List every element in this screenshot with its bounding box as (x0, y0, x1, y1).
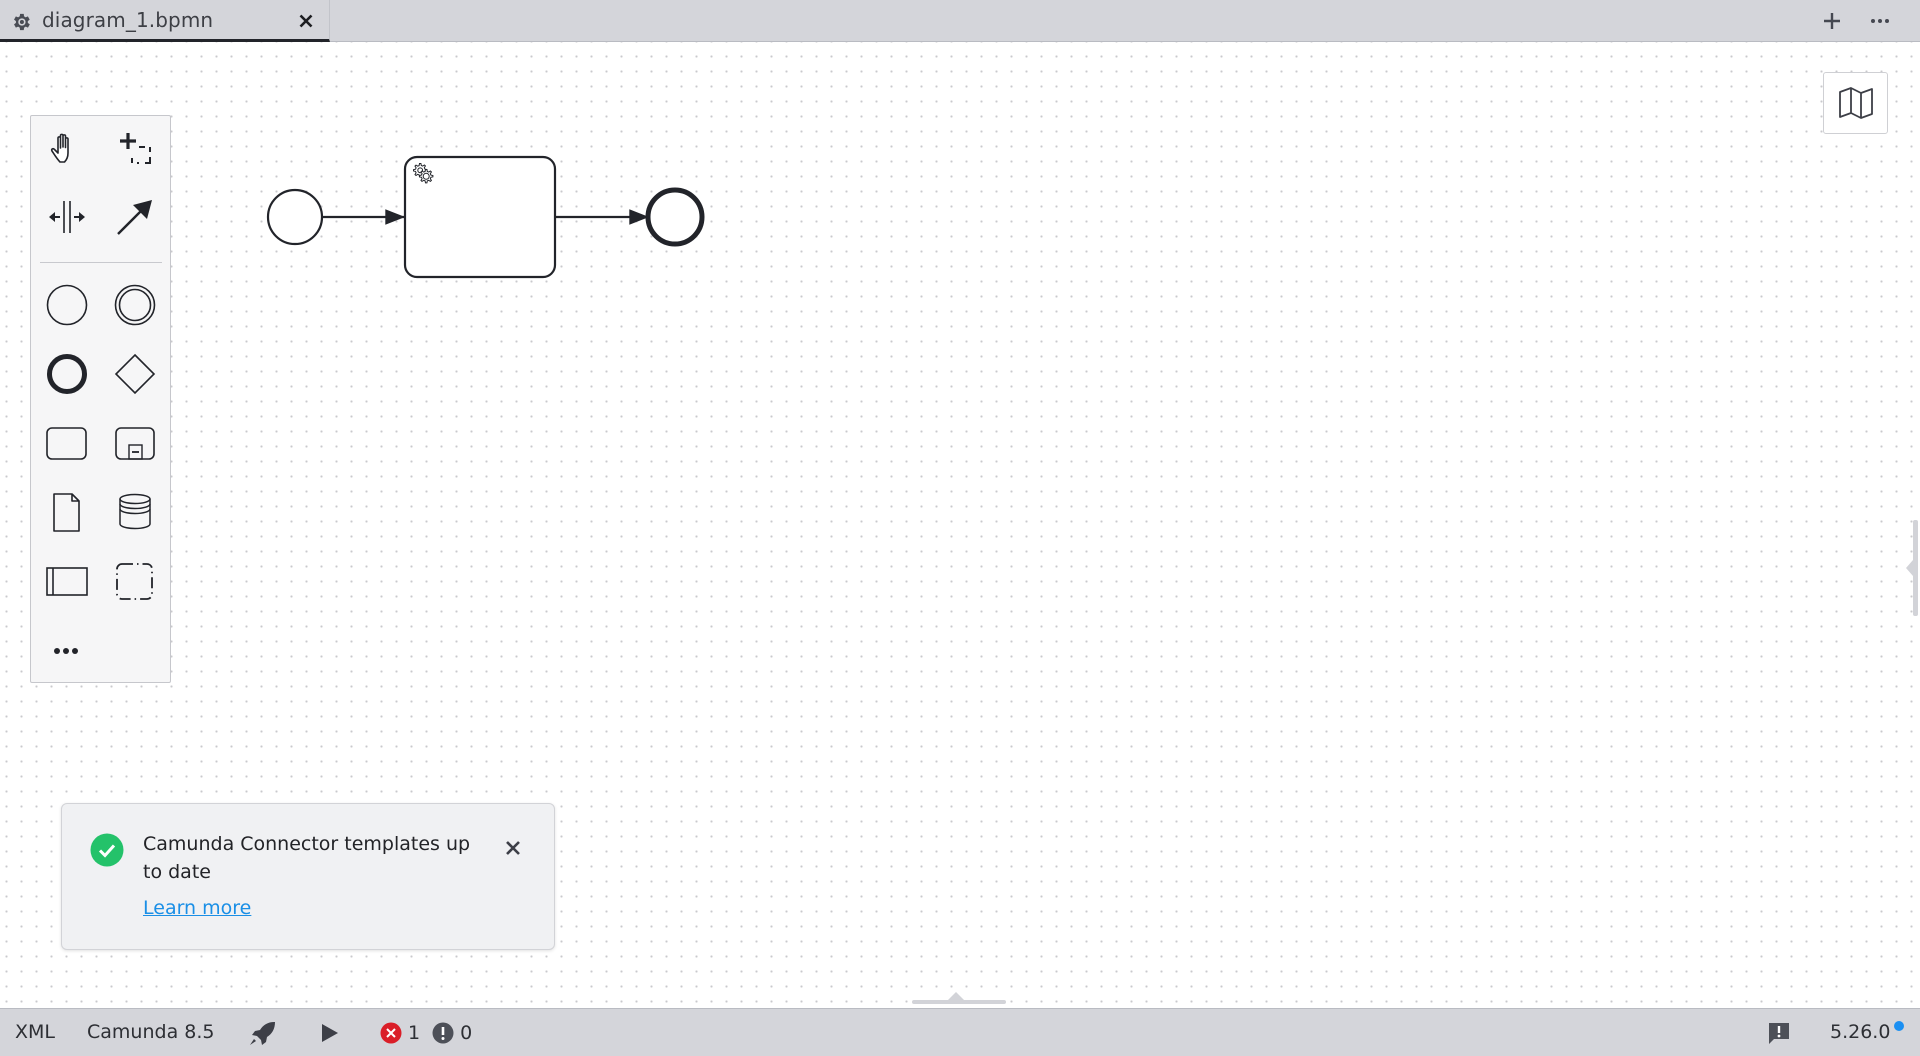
arrow-icon (117, 200, 152, 235)
error-icon (380, 1022, 402, 1044)
intermediate-event-tool[interactable] (110, 280, 160, 330)
gateway-icon (114, 353, 156, 395)
map-icon (1838, 87, 1873, 119)
service-task[interactable] (403, 155, 557, 279)
close-icon[interactable] (296, 11, 316, 31)
start-event[interactable] (266, 188, 324, 246)
tab-diagram[interactable]: diagram_1.bpmn (0, 0, 330, 42)
start-event-tool[interactable] (42, 280, 92, 330)
palette-separator (40, 262, 162, 263)
gear-icon (14, 13, 30, 31)
tab-label: diagram_1.bpmn (42, 8, 214, 32)
data-store-tool[interactable] (110, 487, 160, 537)
warning-icon (432, 1022, 454, 1044)
notification-title: Camunda Connector templates up to date (143, 833, 471, 883)
task-icon (46, 427, 87, 460)
pool-tool[interactable] (42, 556, 92, 606)
more-tools-button[interactable] (42, 626, 92, 676)
lasso-tool-button[interactable] (110, 124, 160, 174)
tab-bar: diagram_1.bpmn (0, 0, 1920, 42)
group-tool[interactable] (110, 556, 160, 606)
space-tool-button[interactable] (42, 192, 92, 242)
minimap-toggle-button[interactable] (1823, 72, 1888, 134)
lasso-icon (120, 133, 151, 164)
status-bar: XML Camunda 8.5 1 0 5.26.0 (0, 1008, 1920, 1056)
pool-icon (46, 567, 88, 596)
start-event-icon (46, 284, 88, 326)
data-store-icon (119, 493, 151, 530)
more-icon (54, 648, 78, 654)
xml-view-button[interactable]: XML (15, 1021, 55, 1043)
data-object-tool[interactable] (42, 487, 92, 537)
app-version[interactable]: 5.26.0 (1830, 1021, 1890, 1043)
learn-more-link[interactable]: Learn more (143, 897, 251, 919)
intermediate-event-icon (114, 284, 156, 326)
play-icon[interactable] (318, 1022, 340, 1044)
group-icon (116, 563, 153, 600)
ellipsis-icon[interactable] (1866, 8, 1894, 34)
data-object-icon (53, 493, 80, 532)
notification-toast: Camunda Connector templates up to date L… (61, 803, 555, 950)
success-check-icon (90, 833, 124, 867)
connect-tool-button[interactable] (110, 192, 160, 242)
bottom-panel-toggle[interactable] (908, 990, 1008, 1008)
hand-tool-button[interactable] (42, 124, 92, 174)
close-icon[interactable] (502, 837, 524, 859)
end-event[interactable] (645, 187, 705, 247)
problems-indicator[interactable]: 1 0 (380, 1021, 472, 1045)
gateway-tool[interactable] (110, 349, 160, 399)
hand-icon (50, 133, 69, 163)
end-event-tool[interactable] (42, 349, 92, 399)
feedback-icon[interactable] (1767, 1021, 1791, 1045)
warning-count: 0 (460, 1022, 473, 1044)
engine-version-button[interactable]: Camunda 8.5 (87, 1021, 214, 1043)
update-available-dot (1894, 1021, 1904, 1031)
tool-palette (30, 115, 171, 683)
diagram-canvas[interactable]: Camunda Connector templates up to date L… (0, 42, 1920, 1008)
plus-icon[interactable] (1818, 8, 1846, 34)
error-count: 1 (408, 1022, 421, 1044)
task-tool[interactable] (42, 418, 92, 468)
rocket-icon[interactable] (248, 1021, 276, 1047)
subprocess-icon (115, 427, 155, 460)
space-icon (49, 201, 85, 233)
end-event-icon (47, 354, 87, 394)
subprocess-tool[interactable] (110, 418, 160, 468)
properties-panel-toggle[interactable] (1904, 520, 1920, 616)
